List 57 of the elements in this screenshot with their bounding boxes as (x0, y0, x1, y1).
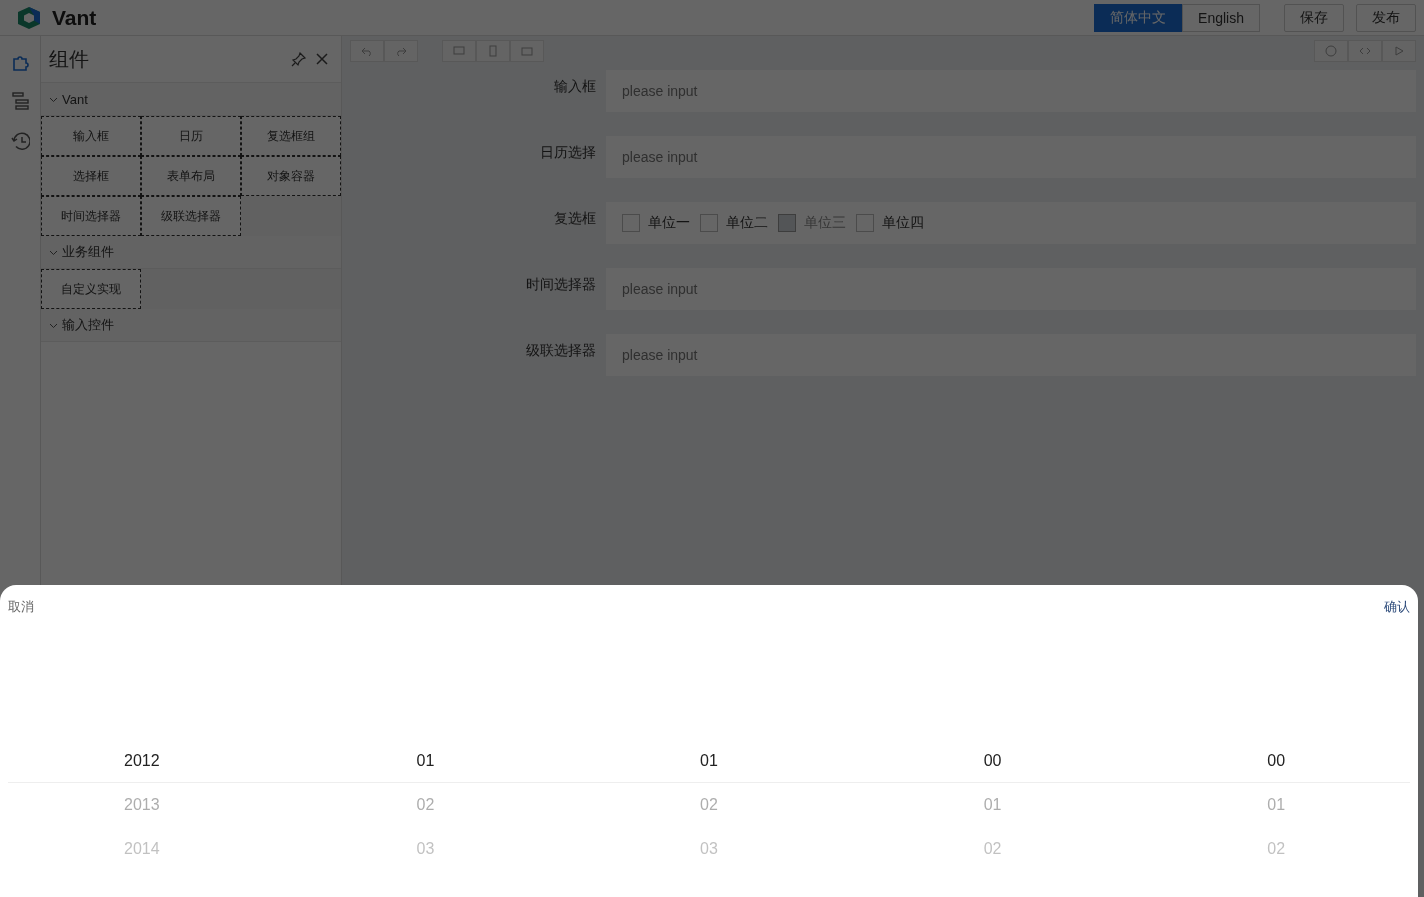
checkbox[interactable] (700, 214, 718, 232)
component-item[interactable]: 复选框组 (241, 116, 341, 156)
picker-option[interactable]: 01 (412, 739, 439, 783)
picker-option[interactable]: 01 (696, 739, 722, 783)
checkbox-option[interactable]: 单位二 (700, 214, 768, 232)
action-button[interactable]: 保存 (1284, 3, 1344, 32)
tablet-icon[interactable] (510, 40, 544, 62)
picker-option[interactable]: 01 (979, 783, 1006, 827)
logo-icon (16, 5, 42, 30)
picker-option[interactable]: 01 (1263, 783, 1290, 827)
redo-icon[interactable] (384, 40, 418, 62)
checkbox-option[interactable]: 单位一 (622, 214, 690, 232)
group-title: Vant (62, 91, 88, 107)
picker-option[interactable]: 03 (696, 827, 722, 871)
confirm-button[interactable]: 确认 (1384, 598, 1410, 616)
component-item[interactable]: 自定义实现 (41, 269, 141, 309)
picker-option[interactable]: 03 (412, 827, 439, 871)
undo-icon[interactable] (350, 40, 384, 62)
picker-option[interactable]: 02 (696, 783, 722, 827)
component-item[interactable]: 选择框 (41, 156, 141, 196)
component-item[interactable]: 时间选择器 (41, 196, 141, 236)
palette-icon[interactable] (1314, 40, 1348, 62)
group-title: 输入控件 (62, 316, 114, 334)
field-label: 级联选择器 (525, 341, 597, 360)
field-label: 复选框 (553, 209, 597, 228)
field-label: 输入框 (553, 77, 597, 96)
picker-option[interactable]: 2012 (120, 739, 164, 783)
field-label: 日历选择 (539, 143, 597, 162)
picker-option[interactable]: 02 (1263, 827, 1290, 871)
outline-tab-icon[interactable] (9, 90, 31, 112)
picker-option[interactable]: 2014 (120, 827, 164, 871)
checkbox[interactable] (622, 214, 640, 232)
picker-option[interactable]: 2013 (120, 783, 164, 827)
field-label: 时间选择器 (525, 275, 597, 294)
component-item[interactable]: 级联选择器 (141, 196, 241, 236)
cancel-button[interactable]: 取消 (8, 598, 34, 616)
code-icon[interactable] (1348, 40, 1382, 62)
picker-option[interactable]: 02 (412, 783, 439, 827)
component-item[interactable]: 输入框 (41, 116, 141, 156)
picker-option[interactable]: 00 (979, 739, 1006, 783)
component-item[interactable]: 对象容器 (241, 156, 341, 196)
desktop-icon[interactable] (442, 40, 476, 62)
panel-title: 组件 (49, 46, 90, 72)
phone-icon[interactable] (476, 40, 510, 62)
language-button[interactable]: 简体中文 (1094, 3, 1183, 32)
checkbox-option[interactable]: 单位四 (856, 214, 924, 232)
action-button[interactable]: 发布 (1356, 3, 1416, 32)
play-icon[interactable] (1382, 40, 1416, 62)
component-item[interactable]: 日历 (141, 116, 241, 156)
language-button[interactable]: English (1182, 3, 1260, 32)
picker-option[interactable]: 00 (1263, 739, 1290, 783)
history-tab-icon[interactable] (9, 130, 31, 152)
picker-option[interactable]: 02 (979, 827, 1006, 871)
component-item[interactable]: 表单布局 (141, 156, 241, 196)
app-title: Vant (52, 5, 97, 30)
group-title: 业务组件 (62, 243, 114, 261)
checkbox[interactable] (856, 214, 874, 232)
